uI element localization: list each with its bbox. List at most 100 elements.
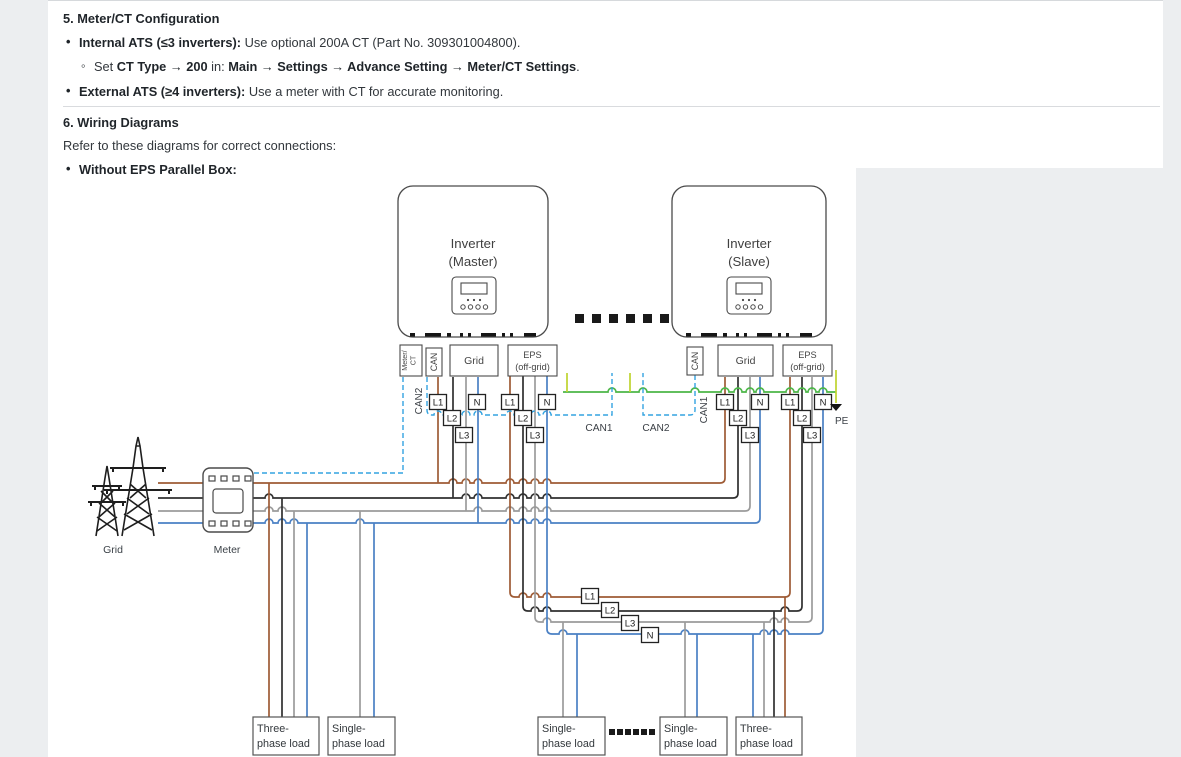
ellipsis-square (625, 729, 631, 735)
load-three-phase-right: Three- phase load (736, 717, 802, 755)
terminal-tick (686, 333, 691, 337)
bullet3-bold: Without EPS Parallel Box: (79, 162, 237, 177)
terminal-tick (502, 333, 505, 337)
port-can-slave: CAN (687, 347, 703, 375)
can1-port-label: CAN1 (699, 396, 710, 423)
inverter-slave-label-1: Inverter (727, 236, 772, 251)
bullet1-rest: Use optional 200A CT (Part No. 309301004… (241, 35, 520, 50)
section5-subbullet: Set CT Type → 200 in: Main → Settings → … (94, 59, 580, 74)
load-label: Single- (332, 723, 366, 735)
inverter-slave: Inverter (Slave) (672, 186, 826, 337)
wire-chip-label-l1: L1 (505, 398, 516, 409)
inverter-master-label-2: (Master) (448, 254, 497, 269)
wire-chip-label-l2: L2 (447, 414, 458, 425)
terminal-tick (468, 333, 471, 337)
wire-chip-label-l1: L1 (720, 398, 731, 409)
sub-part-3: Main → Settings → Advance Setting → Mete… (228, 59, 576, 74)
wire-chip-label-l1: L1 (785, 398, 796, 409)
ellipsis-square (641, 729, 647, 735)
terminal-tick (786, 333, 789, 337)
bullet1-bold: Internal ATS (≤3 inverters): (79, 35, 241, 50)
wire-chip-label-n: N (474, 398, 481, 409)
wire-chip-label-l3: L3 (530, 431, 541, 442)
meter-caption: Meter (214, 544, 241, 556)
right-margin (856, 168, 1181, 757)
load-single-phase-left: Single- phase load (328, 717, 395, 755)
more-loads-ellipsis (609, 729, 655, 735)
wire-chip-label-n: N (820, 398, 827, 409)
wire-chip-label-l2: L2 (797, 414, 808, 425)
port-eps-slave-label-1: EPS (798, 350, 816, 360)
sub-part-2: in: (208, 59, 229, 74)
inverter-master: Inverter (Master) (398, 186, 548, 337)
inverter-display (452, 277, 496, 314)
terminal-tick (701, 333, 717, 337)
inverter-display (727, 277, 771, 314)
ellipsis-square (609, 729, 615, 735)
port-grid-master-label: Grid (464, 355, 484, 367)
terminal-tick (800, 333, 812, 337)
wire-chip-label-l2: L2 (605, 606, 616, 617)
ellipsis-square (575, 314, 584, 323)
port-grid-slave-label: Grid (736, 355, 756, 367)
port-can-master-label: CAN (429, 353, 439, 372)
wire-chip-label-n: N (757, 398, 764, 409)
can1-label: CAN1 (585, 423, 613, 434)
wiring-diagram: Inverter (Master) Inverter (Slave) (78, 177, 856, 757)
section6-bullet: Without EPS Parallel Box: (79, 162, 237, 177)
wire (535, 376, 812, 622)
pe-ground: PE (830, 404, 849, 427)
wire-chip-label-l2: L2 (518, 414, 529, 425)
meter-icon (203, 468, 253, 532)
port-grid-slave: Grid (718, 345, 773, 376)
ellipsis-square (626, 314, 635, 323)
port-meter-ct: Meter/ CT (400, 345, 422, 376)
load-boxes: Three- phase load Single- phase load Sin… (253, 717, 802, 755)
section5-heading: 5. Meter/CT Configuration (63, 11, 219, 26)
terminal-tick (460, 333, 463, 337)
port-eps-slave-label-2: (off-grid) (790, 362, 825, 372)
terminal-tick (744, 333, 747, 337)
section5-bullet1: Internal ATS (≤3 inverters): Use optiona… (79, 35, 520, 50)
ellipsis-square (660, 314, 669, 323)
wire (427, 373, 612, 415)
wire-chip-label-l3: L3 (745, 431, 756, 442)
load-label: phase load (332, 738, 385, 750)
terminal-tick (736, 333, 739, 337)
ellipsis-square (617, 729, 623, 735)
port-can-slave-label: CAN (690, 352, 700, 371)
terminal-tick (723, 333, 727, 337)
port-eps-master: EPS (off-grid) (508, 345, 557, 376)
load-single-phase-right: Single- phase load (660, 717, 727, 755)
more-inverters-ellipsis (575, 314, 669, 323)
port-meter-ct-label-2: CT (409, 355, 418, 365)
load-label: phase load (257, 738, 310, 750)
load-label: phase load (740, 738, 793, 750)
sub-part-0: Set (94, 59, 117, 74)
load-label: Single- (664, 723, 698, 735)
sub-part-4: . (576, 59, 580, 74)
bullet2-rest: Use a meter with CT for accurate monitor… (245, 84, 503, 99)
terminal-tick (524, 333, 536, 337)
wire-chip-label-l3: L3 (625, 619, 636, 630)
wire-chip-label-l2: L2 (733, 414, 744, 425)
wire-chip-label-n: N (544, 398, 551, 409)
port-grid-master: Grid (450, 345, 498, 376)
grid-towers-icon (88, 437, 172, 536)
terminal-tick (778, 333, 781, 337)
wire-chip-label-l3: L3 (807, 431, 818, 442)
ellipsis-square (633, 729, 639, 735)
load-label: Single- (542, 723, 576, 735)
terminal-tick (481, 333, 496, 337)
bullet2-bold: External ATS (≥4 inverters): (79, 84, 245, 99)
port-can-master: CAN (426, 348, 442, 376)
ellipsis-square (643, 314, 652, 323)
port-eps-master-label-1: EPS (523, 350, 541, 360)
section5-bullet2: External ATS (≥4 inverters): Use a meter… (79, 84, 503, 99)
wire (563, 388, 836, 392)
wire-chip-label-l1: L1 (433, 398, 444, 409)
load-label: Three- (257, 723, 289, 735)
wire-chip-label-l1: L1 (585, 592, 596, 603)
terminal-tick (757, 333, 772, 337)
grid-caption: Grid (103, 544, 123, 556)
